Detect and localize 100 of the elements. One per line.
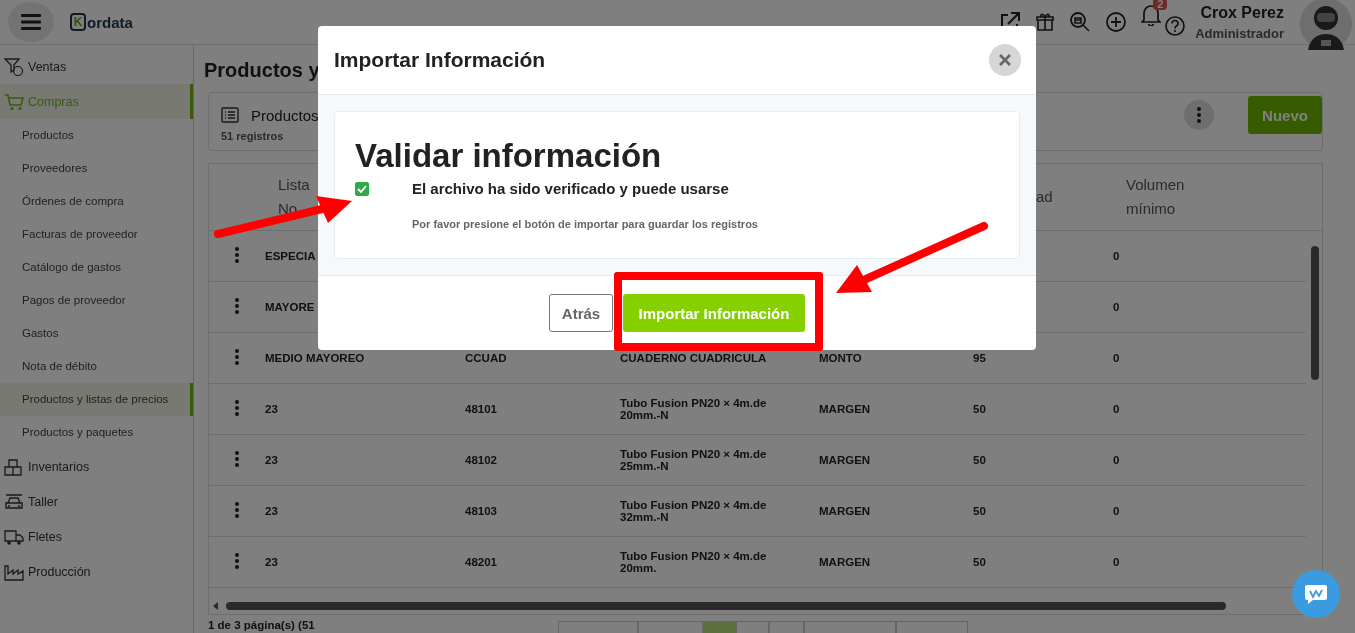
sidebar-item[interactable]: Productos y paquetes <box>0 416 193 449</box>
check-label: El archivo ha sido verificado y puede usarse <box>412 180 729 197</box>
table-cell: 50 <box>973 403 986 415</box>
table-cell: 0 <box>1113 403 1120 415</box>
user-role: Administrador <box>1195 25 1284 41</box>
more-icon <box>1197 107 1201 123</box>
table-cell: 23 <box>265 556 278 568</box>
table-cell: 0 <box>1113 556 1120 568</box>
table-cell: 0 <box>1113 352 1120 364</box>
gift-icon[interactable] <box>1035 12 1056 32</box>
table-cell: MARGEN <box>819 505 871 517</box>
cart-icon <box>4 92 24 111</box>
chat-button[interactable] <box>1292 570 1340 618</box>
more-icon <box>235 348 239 365</box>
table-cell: MARGEN <box>819 454 871 466</box>
sidebar-item[interactable]: Gastos <box>0 317 193 350</box>
horizontal-scrollbar[interactable] <box>226 602 1226 610</box>
sidebar-item[interactable]: Proveedores <box>0 152 193 185</box>
table-cell: CUADERNO CUADRICULA <box>620 352 767 364</box>
row-menu-button[interactable] <box>235 297 239 317</box>
validation-heading: Validar información <box>355 138 663 174</box>
table-cell: Tubo Fusion PN20 × 4m.de 20mm.-N <box>620 397 767 421</box>
more-icon <box>235 552 239 569</box>
table-cell: Tubo Fusion PN20 × 4m.de 32mm.-N <box>620 499 767 523</box>
table-cell: 0 <box>1113 250 1120 262</box>
back-button[interactable]: Atrás <box>549 294 613 332</box>
sidebar-item[interactable]: Órdenes de compra <box>0 185 193 218</box>
table-cell: 48102 <box>465 454 497 466</box>
table-cell: MONTO <box>819 352 862 364</box>
factory-icon <box>4 562 24 581</box>
table-cell: 50 <box>973 505 986 517</box>
page-info: 1 de 3 página(s) (51 <box>208 619 316 631</box>
row-menu-button[interactable] <box>235 501 239 521</box>
row-menu-button[interactable] <box>235 246 239 266</box>
hint-text: Por favor presione el botón de importar para guardar los registros <box>412 218 759 230</box>
column-header: Volumen mínimo <box>1125 175 1186 219</box>
card-title: Productos <box>251 106 319 124</box>
more-icon <box>235 399 239 416</box>
car-icon <box>4 492 24 511</box>
table-cell: 23 <box>265 454 278 466</box>
close-icon <box>999 54 1011 66</box>
column-header: ad <box>1035 187 1054 207</box>
table-cell: Tubo Fusion PN20 × 4m.de 25mm.-N <box>620 448 767 472</box>
more-icon <box>235 501 239 518</box>
notification-badge: 2 <box>1153 0 1168 10</box>
table-cell: 0 <box>1113 505 1120 517</box>
record-count: 51 registros <box>221 130 285 142</box>
close-button[interactable] <box>989 44 1021 76</box>
user-name: Crox Perez <box>1200 3 1284 22</box>
more-icon <box>235 450 239 467</box>
sidebar-item[interactable]: Pagos de proveedor <box>0 284 193 317</box>
logo-text: ordata <box>87 13 133 31</box>
sidebar-item[interactable]: Nota de débito <box>0 350 193 383</box>
list-icon <box>221 107 239 123</box>
table-cell: 50 <box>973 454 986 466</box>
more-icon <box>235 297 239 314</box>
table-cell: 0 <box>1113 301 1120 313</box>
table-cell: ESPECIA <box>265 250 316 262</box>
sidebar-item[interactable]: Catálogo de gastos <box>0 251 193 284</box>
table-cell: Tubo Fusion PN20 × 4m.de 20mm. <box>620 550 767 574</box>
table-cell: 48201 <box>465 556 497 568</box>
table-cell: MEDIO MAYOREO <box>265 352 365 364</box>
row-menu-button[interactable] <box>235 399 239 419</box>
sidebar-section[interactable]: Taller <box>0 484 193 519</box>
funnel-icon <box>4 57 24 76</box>
sidebar-item[interactable]: Facturas de proveedor <box>0 218 193 251</box>
vertical-scrollbar[interactable] <box>1311 246 1319 380</box>
row-menu-button[interactable] <box>235 552 239 572</box>
more-button[interactable] <box>1184 100 1214 130</box>
sidebar-section[interactable]: Fletes <box>0 519 193 554</box>
chat-icon <box>1304 583 1328 605</box>
sidebar-item[interactable]: Productos <box>0 119 193 152</box>
table-cell: 0 <box>1113 454 1120 466</box>
checkbox[interactable] <box>355 181 369 196</box>
more-icon <box>235 246 239 263</box>
truck-icon <box>4 527 24 546</box>
sidebar-item[interactable]: Productos y listas de precios <box>0 383 193 416</box>
page-title: Productos y <box>204 59 320 82</box>
sidebar-section[interactable]: Ventas <box>0 49 193 84</box>
search-icon[interactable] <box>1069 11 1092 33</box>
help-icon[interactable] <box>1165 16 1186 36</box>
row-menu-button[interactable] <box>235 348 239 368</box>
table-cell: 50 <box>973 556 986 568</box>
avatar[interactable] <box>1300 0 1352 50</box>
table-cell: 95 <box>973 352 986 364</box>
table-cell: 23 <box>265 403 278 415</box>
sidebar-section[interactable]: Inventarios <box>0 449 193 484</box>
table-cell: MARGEN <box>819 403 871 415</box>
dialog-title: Importar Información <box>334 48 546 72</box>
table-cell: CCUAD <box>465 352 507 364</box>
menu-button[interactable] <box>8 2 54 42</box>
table-cell: 23 <box>265 505 278 517</box>
menu-icon <box>21 14 41 30</box>
table-cell: MAYORE <box>265 301 315 313</box>
scroll-left-icon[interactable] <box>213 602 218 610</box>
sidebar-section[interactable]: Producción <box>0 554 193 589</box>
row-menu-button[interactable] <box>235 450 239 470</box>
table-cell: MARGEN <box>819 556 871 568</box>
logo-mark: K <box>70 13 86 31</box>
add-icon[interactable] <box>1105 11 1128 33</box>
